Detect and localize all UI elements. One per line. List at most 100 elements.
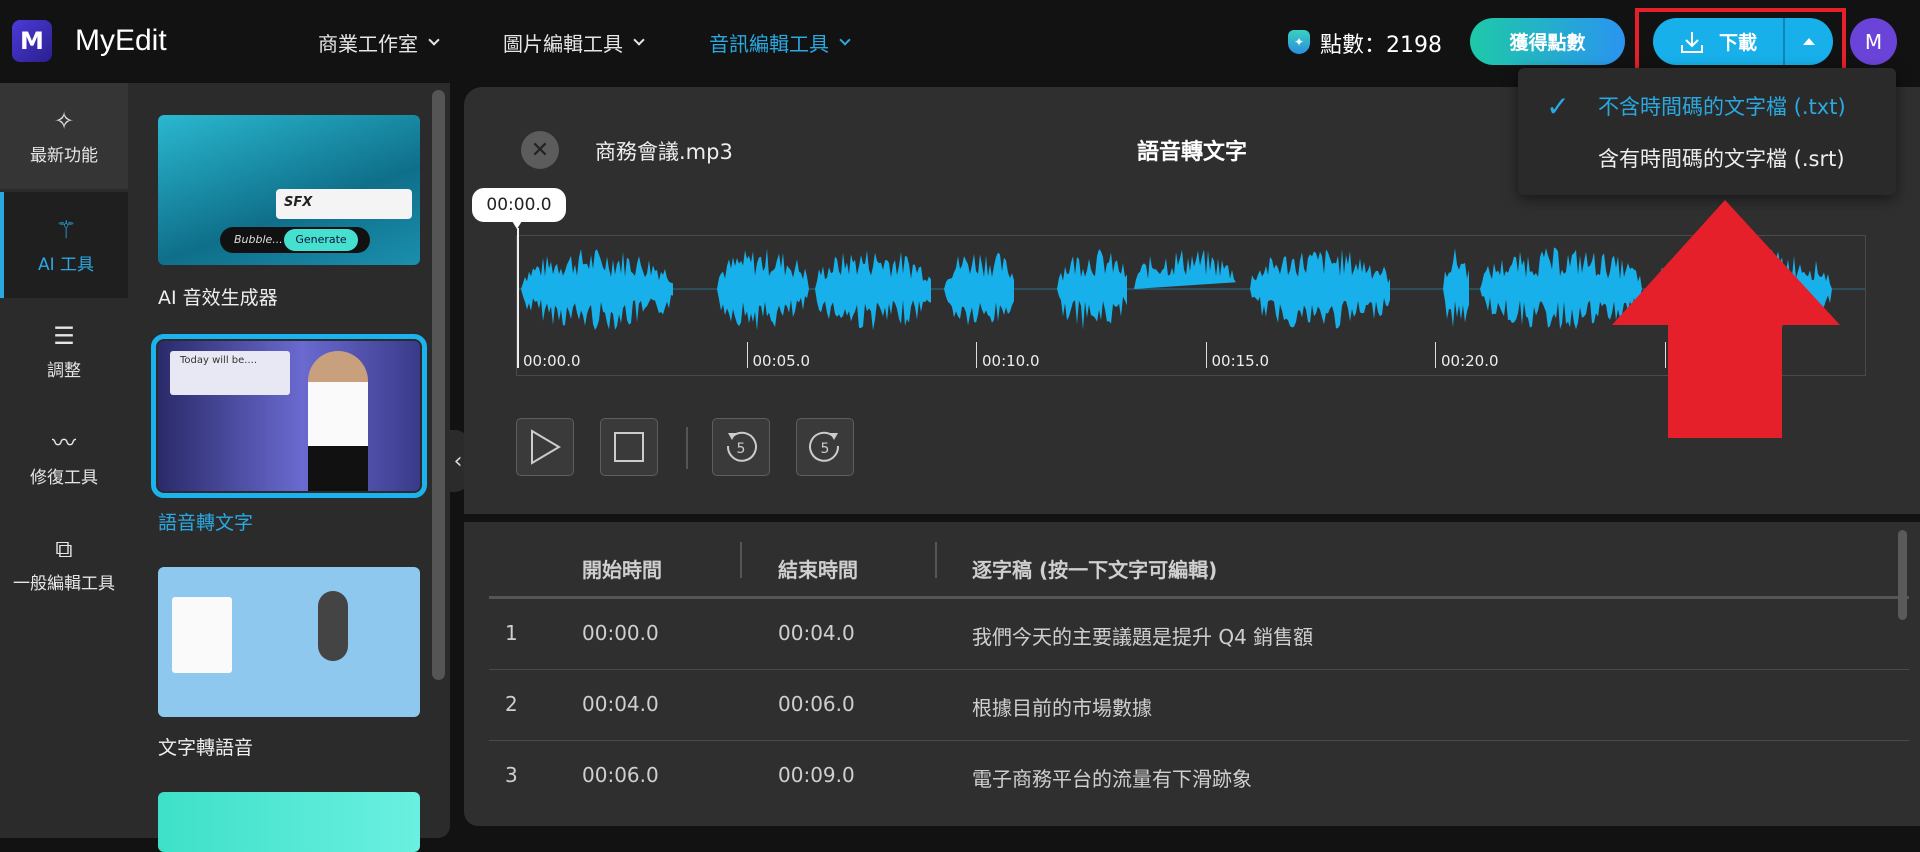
transcript-scrollbar[interactable] (1898, 530, 1907, 620)
rail-item-adjust[interactable]: ☰ 調整 (0, 298, 128, 404)
column-divider (935, 542, 937, 578)
red-arrow-annotation (1612, 200, 1840, 438)
editor-title: 語音轉文字 (1136, 140, 1247, 165)
waveform-segment (1443, 248, 1469, 328)
points-icon: ✦ (1288, 30, 1310, 54)
row-text[interactable]: 電子商務平台的流量有下滑跡象 (972, 763, 1252, 792)
brand-name[interactable]: MyEdit (75, 24, 167, 58)
rail-label: 最新功能 (30, 145, 98, 166)
waveform-segment (1134, 249, 1236, 289)
tool-card-ai-sfx[interactable]: SFX Bubble... Generate (158, 115, 420, 265)
waveform-segment (521, 249, 673, 331)
get-points-button[interactable]: 獲得點數 (1470, 18, 1625, 65)
nav-label: 圖片編輯工具 (503, 32, 623, 56)
nav-photo-tools[interactable]: 圖片編輯工具 (503, 28, 645, 57)
stop-button[interactable] (600, 418, 658, 476)
nav-audio-tools[interactable]: 音訊編輯工具 (709, 28, 851, 57)
menu-item-label: 不含時間碼的文字檔 (.txt) (1598, 95, 1846, 119)
nav-business-studio[interactable]: 商業工作室 (318, 28, 440, 57)
column-divider (740, 542, 742, 578)
check-icon: ✓ (1546, 89, 1570, 123)
transcript-table: 開始時間 結束時間 逐字稿 (按一下文字可編輯) 1 00:00.0 00:04.0… (464, 522, 1920, 826)
forward-5-icon: 5 (809, 431, 840, 462)
menu-item-srt[interactable]: 含有時間碼的文字檔 (.srt) (1518, 130, 1896, 186)
tool-label[interactable]: AI 音效生成器 (158, 283, 278, 310)
rail-label: 一般編輯工具 (13, 573, 115, 594)
rail-item-ai-tools[interactable]: ⚚ AI 工具 (0, 192, 128, 298)
column-header-end[interactable]: 結束時間 (778, 554, 858, 583)
row-start[interactable]: 00:06.0 (582, 763, 659, 787)
category-rail: ✧ 最新功能 ⚚ AI 工具 ☰ 調整 〰修復工具 ⧉ 一般編輯工具 (0, 83, 128, 838)
waveform-segment (815, 250, 931, 331)
nav-label: 商業工作室 (318, 32, 418, 56)
waveform-segment (944, 252, 1014, 326)
row-index: 2 (505, 692, 518, 716)
rewind-5-icon: 5 (726, 431, 757, 462)
timeline-tick (1205, 342, 1207, 368)
svg-text:5: 5 (737, 441, 746, 457)
sliders-icon: ☰ (53, 321, 75, 350)
download-format-menu: ✓ 不含時間碼的文字檔 (.txt) 含有時間碼的文字檔 (.srt) (1518, 68, 1896, 195)
row-text[interactable]: 我們今天的主要議題是提升 Q4 銷售額 (972, 621, 1313, 650)
timeline-tick (1435, 342, 1436, 368)
row-end[interactable]: 00:09.0 (778, 763, 855, 787)
waveform-segment (1057, 249, 1127, 330)
tool-card-speech-to-text[interactable]: Today will be.... (151, 334, 427, 498)
rail-item-repair-tools[interactable]: 〰修復工具 (0, 405, 128, 511)
chevron-down-icon (428, 34, 440, 46)
highlight-box (1635, 8, 1846, 77)
row-text[interactable]: 根據目前的市場數據 (972, 692, 1152, 721)
column-header-transcript[interactable]: 逐字稿 (按一下文字可編輯) (972, 554, 1217, 583)
playhead[interactable] (517, 228, 519, 368)
layers-icon: ⧉ (55, 534, 73, 563)
forward-5s-button[interactable]: 5 (796, 418, 854, 476)
thumb-microphone (318, 591, 348, 661)
row-index: 3 (505, 763, 518, 787)
file-name: 商務會議.mp3 (595, 140, 733, 164)
nav-label: 音訊編輯工具 (709, 32, 829, 56)
menu-item-txt[interactable]: ✓ 不含時間碼的文字檔 (.txt) (1518, 78, 1896, 134)
svg-text:5: 5 (821, 441, 830, 457)
timeline-tick-label: 00:20.0 (1441, 352, 1499, 370)
points-count: 點數：2198 (1320, 33, 1442, 58)
row-start[interactable]: 00:04.0 (582, 692, 659, 716)
current-time-tooltip: 00:00.0 (472, 188, 566, 229)
tool-list-scrollbar[interactable] (432, 90, 445, 680)
rail-label: 調整 (47, 360, 81, 381)
tool-card-next[interactable] (158, 792, 420, 852)
menu-item-label: 含有時間碼的文字檔 (.srt) (1598, 147, 1845, 171)
timeline-tick-label: 00:15.0 (1211, 352, 1270, 370)
row-start[interactable]: 00:00.0 (582, 621, 659, 645)
chevron-down-icon (633, 34, 645, 46)
rail-label: AI 工具 (37, 254, 95, 275)
user-avatar[interactable]: M (1850, 18, 1897, 65)
sparkle-icon: ✧ (53, 106, 75, 135)
waveform-icon: 〰 (52, 428, 76, 457)
controls-divider (686, 427, 688, 469)
row-end[interactable]: 00:04.0 (778, 621, 855, 645)
rail-item-new-features[interactable]: ✧ 最新功能 (0, 83, 128, 189)
table-row[interactable]: 1 00:00.0 00:04.0 我們今天的主要議題是提升 Q4 銷售額 (489, 599, 1909, 670)
tool-list-panel: SFX Bubble... Generate AI 音效生成器 Today wi… (128, 83, 450, 852)
myedit-logo[interactable]: M (12, 20, 52, 62)
thumb-presenter (308, 351, 368, 491)
thumb-document (172, 597, 232, 673)
rewind-5s-button[interactable]: 5 (712, 418, 770, 476)
column-header-start[interactable]: 開始時間 (582, 554, 662, 583)
magic-wand-icon: ⚚ (55, 215, 77, 244)
play-button[interactable] (516, 418, 574, 476)
tool-label[interactable]: 文字轉語音 (158, 733, 253, 760)
tool-card-text-to-speech[interactable] (158, 567, 420, 717)
table-row[interactable]: 2 00:04.0 00:06.0 根據目前的市場數據 (489, 670, 1909, 741)
tool-label[interactable]: 語音轉文字 (158, 508, 253, 535)
timeline-tick (976, 342, 977, 368)
close-file-button[interactable]: ✕ (521, 131, 559, 169)
row-end[interactable]: 00:06.0 (778, 692, 855, 716)
stop-icon (614, 432, 644, 462)
waveform-segment (717, 248, 809, 331)
play-icon (531, 429, 561, 465)
waveform-segment (1250, 249, 1390, 329)
rail-item-general-edit[interactable]: ⧉ 一般編輯工具 (0, 511, 128, 617)
timeline-tick-label: 00:00.0 (523, 352, 581, 370)
table-row[interactable]: 3 00:06.0 00:09.0 電子商務平台的流量有下滑跡象 (489, 741, 1909, 812)
